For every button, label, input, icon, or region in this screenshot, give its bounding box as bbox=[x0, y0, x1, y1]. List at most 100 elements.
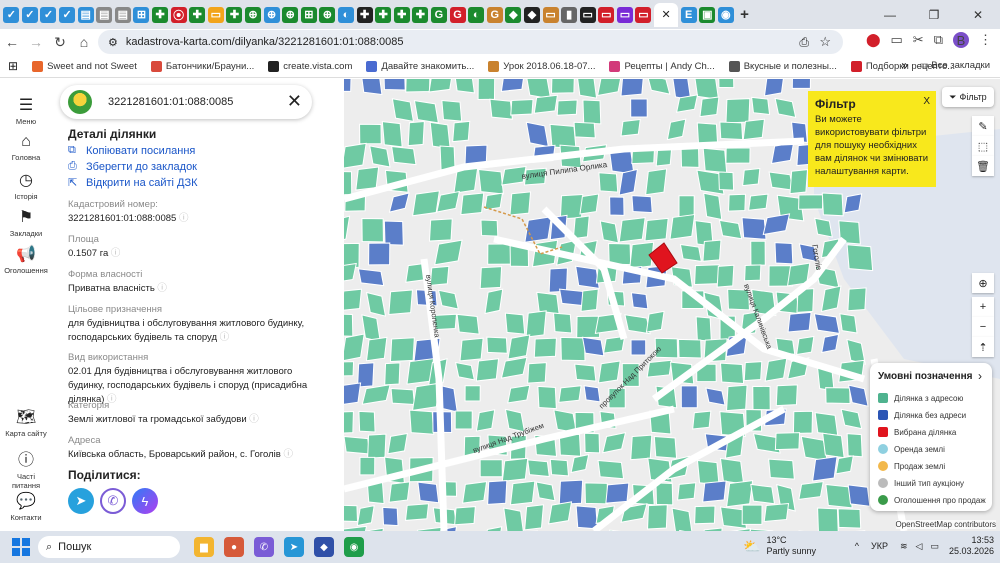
parcel-no-address[interactable] bbox=[705, 387, 726, 406]
parcel-with-address[interactable] bbox=[559, 193, 584, 220]
parcel-with-address[interactable] bbox=[344, 504, 359, 523]
info-icon[interactable]: ⓘ bbox=[179, 213, 189, 224]
parcel-with-address[interactable] bbox=[479, 266, 503, 290]
parcel-with-address[interactable] bbox=[597, 459, 625, 480]
parcel-with-address[interactable] bbox=[475, 409, 496, 432]
taskbar-chrome[interactable]: ◉ bbox=[344, 537, 364, 557]
parcel-with-address[interactable] bbox=[763, 502, 790, 523]
taskbar-search[interactable]: ⌕ Пошук bbox=[38, 536, 180, 558]
parcel-with-address[interactable] bbox=[454, 410, 473, 430]
parcel-with-address[interactable] bbox=[789, 169, 809, 195]
parcel-no-address[interactable] bbox=[605, 482, 630, 504]
parcel-with-address[interactable] bbox=[817, 507, 839, 531]
parcel-with-address[interactable] bbox=[526, 79, 552, 100]
parcel-no-address[interactable] bbox=[762, 213, 791, 236]
browser-tab[interactable]: ▭ bbox=[635, 6, 652, 23]
parcel-no-address[interactable] bbox=[575, 265, 600, 289]
parcel-with-address[interactable] bbox=[703, 192, 723, 221]
parcel-with-address[interactable] bbox=[549, 458, 570, 477]
draw-polygon-button[interactable]: ⬚ bbox=[972, 136, 994, 156]
parcel-with-address[interactable] bbox=[428, 218, 453, 242]
parcel-no-address[interactable] bbox=[791, 79, 811, 89]
parcel-with-address[interactable] bbox=[359, 456, 376, 476]
parcel-with-address[interactable] bbox=[694, 79, 720, 100]
parcel-with-address[interactable] bbox=[436, 190, 461, 213]
parcel-no-address[interactable] bbox=[847, 484, 871, 507]
browser-tab[interactable]: ◉ bbox=[717, 6, 734, 23]
parcel-with-address[interactable] bbox=[504, 312, 526, 335]
telegram-share-button[interactable]: ➤ bbox=[68, 488, 94, 514]
parcel-with-address[interactable] bbox=[365, 291, 387, 317]
parcel-with-address[interactable] bbox=[344, 435, 371, 455]
parcel-with-address[interactable] bbox=[618, 216, 646, 243]
parcel-with-address[interactable] bbox=[768, 458, 795, 480]
parcel-with-address[interactable] bbox=[358, 410, 376, 433]
parcel-no-address[interactable] bbox=[847, 384, 869, 407]
parcel-with-address[interactable] bbox=[718, 79, 735, 89]
parcel-with-address[interactable] bbox=[726, 479, 754, 508]
parcel-no-address[interactable] bbox=[770, 142, 795, 165]
parcel-with-address[interactable] bbox=[597, 79, 622, 97]
parcel-with-address[interactable] bbox=[702, 239, 722, 262]
parcel-with-address[interactable] bbox=[548, 501, 573, 525]
browser-tab[interactable]: ⊕ bbox=[319, 6, 336, 23]
parcel-with-address[interactable] bbox=[367, 433, 387, 459]
parcel-with-address[interactable] bbox=[369, 145, 391, 168]
parcel-with-address[interactable] bbox=[391, 98, 415, 123]
parcel-with-address[interactable] bbox=[584, 432, 601, 454]
parcel-with-address[interactable] bbox=[677, 482, 697, 501]
browser-tab[interactable]: ◆ bbox=[505, 6, 522, 23]
parcel-with-address[interactable] bbox=[413, 99, 439, 124]
parcel-with-address[interactable] bbox=[391, 145, 417, 166]
rail-map[interactable]: 🗺 Карта сайту bbox=[0, 407, 52, 438]
site-info-icon[interactable]: ⚙ bbox=[108, 36, 118, 49]
bookmark-item[interactable]: Sweet and not Sweet bbox=[32, 60, 137, 72]
parcel-with-address[interactable] bbox=[748, 193, 769, 211]
bookmark-item[interactable]: Рецепты | Andy Ch... bbox=[609, 60, 715, 72]
parcel-with-address[interactable] bbox=[716, 264, 735, 288]
browser-tab[interactable]: ▤ bbox=[77, 6, 94, 23]
parcel-no-address[interactable] bbox=[741, 217, 767, 240]
parcel-no-address[interactable] bbox=[813, 313, 841, 334]
parcel-with-address[interactable] bbox=[644, 217, 669, 242]
browser-tab[interactable]: ✓ bbox=[59, 6, 76, 23]
parcel-no-address[interactable] bbox=[548, 267, 568, 293]
parcel-with-address[interactable] bbox=[825, 387, 851, 404]
locate-button[interactable]: ⊕ bbox=[972, 273, 994, 293]
parcel-no-address[interactable] bbox=[630, 339, 647, 356]
parcel-search[interactable]: 3221281601:01:088:0085 ✕ bbox=[60, 85, 312, 119]
extension-puzzle-icon[interactable]: ✂ bbox=[913, 32, 924, 48]
parcel-with-address[interactable] bbox=[524, 504, 545, 531]
parcel-with-address[interactable] bbox=[751, 96, 771, 116]
browser-tab[interactable]: ◐ bbox=[468, 6, 485, 23]
parcel-with-address[interactable] bbox=[454, 79, 476, 94]
back-icon[interactable]: ← bbox=[0, 34, 24, 50]
filter-button[interactable]: ⏷ Фільтр bbox=[942, 87, 994, 107]
rail-menu[interactable]: ☰ Меню bbox=[0, 95, 52, 126]
parcel-with-address[interactable] bbox=[671, 507, 693, 531]
open-dzk-link[interactable]: ⇱ Відкрити на сайті ДЗК bbox=[68, 176, 198, 190]
parcel-with-address[interactable] bbox=[750, 240, 766, 266]
parcel-no-address[interactable] bbox=[843, 193, 863, 214]
site-logo[interactable] bbox=[68, 90, 92, 114]
taskbar-app[interactable]: ◆ bbox=[314, 537, 334, 557]
parcel-no-address[interactable] bbox=[631, 195, 653, 214]
parcel-with-address[interactable] bbox=[792, 410, 813, 434]
parcel-with-address[interactable] bbox=[584, 482, 609, 505]
parcel-with-address[interactable] bbox=[814, 412, 839, 436]
parcel-no-address[interactable] bbox=[388, 192, 410, 213]
parcel-with-address[interactable] bbox=[344, 142, 367, 169]
parcel-with-address[interactable] bbox=[798, 194, 824, 210]
parcel-with-address[interactable] bbox=[675, 94, 699, 113]
parcel-with-address[interactable] bbox=[822, 432, 845, 459]
browser-tab[interactable]: ▭ bbox=[579, 6, 596, 23]
browser-tab[interactable]: ⊞ bbox=[133, 6, 150, 23]
parcel-no-address[interactable] bbox=[524, 216, 552, 243]
parcel-with-address[interactable] bbox=[702, 147, 728, 174]
active-tab-close-icon[interactable]: ✕ bbox=[654, 2, 679, 27]
forward-icon[interactable]: → bbox=[24, 34, 48, 50]
parcel-with-address[interactable] bbox=[460, 192, 485, 216]
parcel-with-address[interactable] bbox=[835, 455, 854, 475]
zoom-in-button[interactable]: + bbox=[972, 297, 994, 317]
parcel-with-address[interactable] bbox=[742, 167, 761, 187]
